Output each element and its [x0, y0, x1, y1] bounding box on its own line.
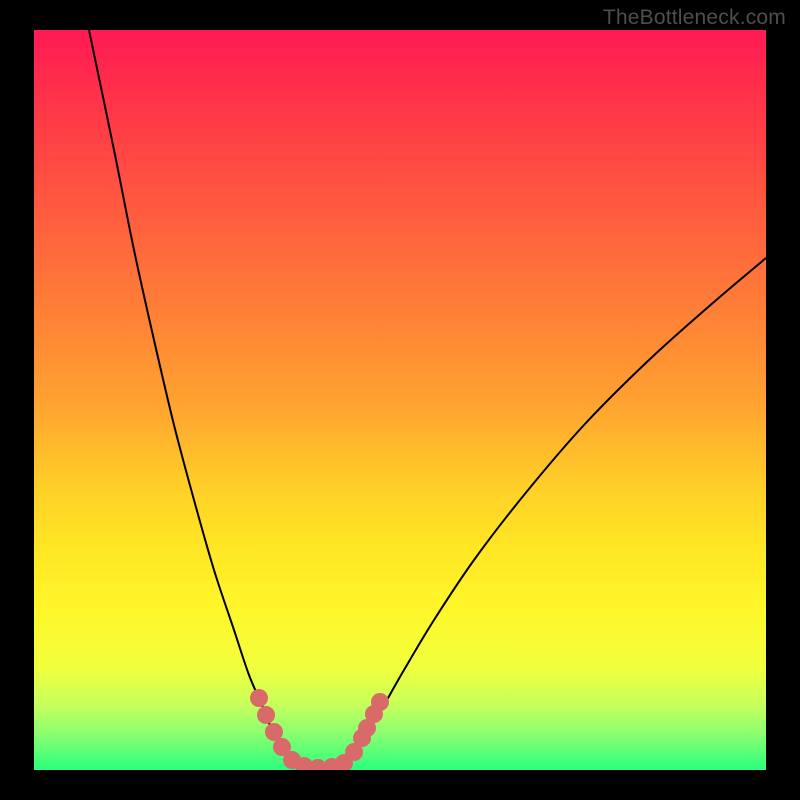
gradient-plot-area: [34, 30, 766, 770]
watermark-text: TheBottleneck.com: [603, 6, 786, 30]
highlight-markers: [250, 689, 389, 770]
bottleneck-curve: [89, 30, 766, 768]
curve-overlay: [34, 30, 766, 770]
chart-frame: TheBottleneck.com: [0, 0, 800, 800]
marker-dot: [250, 689, 268, 707]
marker-dot: [371, 693, 389, 711]
marker-dot: [257, 706, 275, 724]
